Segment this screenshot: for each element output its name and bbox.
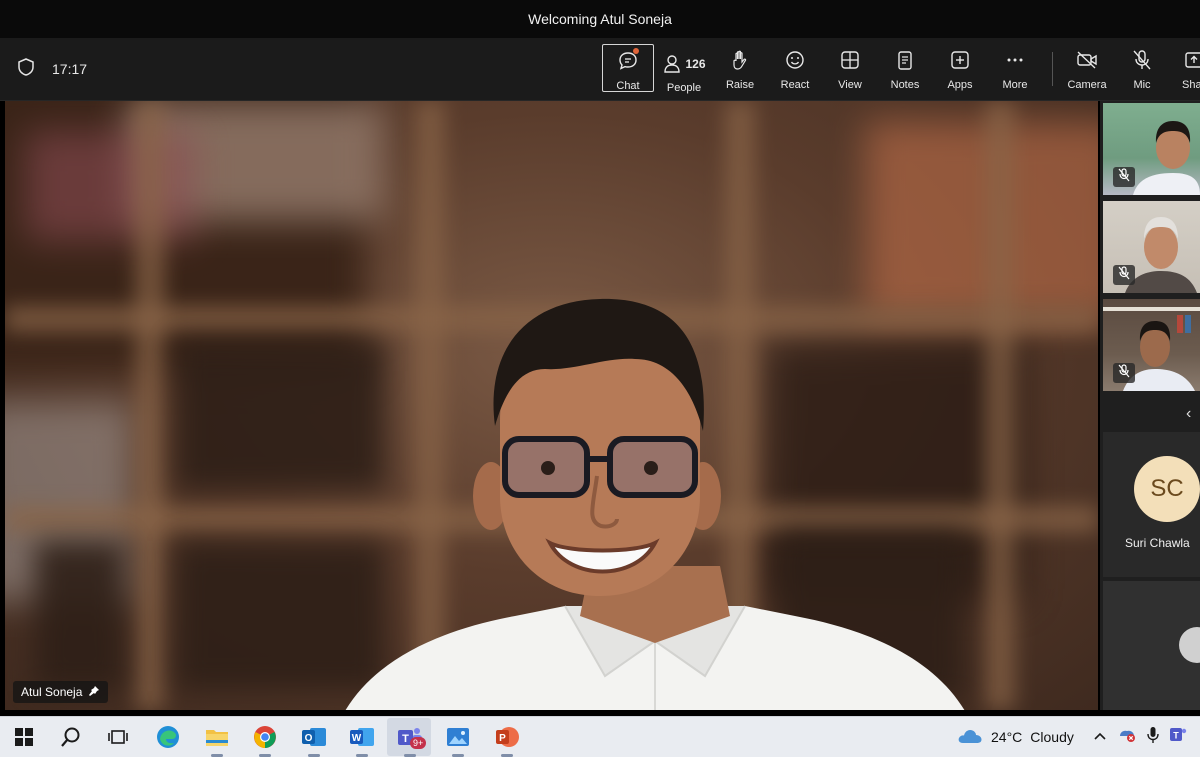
teams-tray-icon[interactable]: T [1169,726,1187,749]
apps-button[interactable]: Apps [934,44,986,92]
avatar: SC [1134,456,1200,522]
smiley-icon [784,44,806,76]
camera-label: Camera [1067,79,1107,91]
people-icon [662,49,682,79]
outlook-icon[interactable]: O [300,723,328,757]
mic-off-indicator [1113,167,1135,187]
windows-taskbar: O W T 9+ P 24°C Cloudy T [0,716,1200,757]
search-icon[interactable] [57,723,85,751]
svg-text:O: O [305,733,313,744]
more-label: More [1002,79,1028,91]
participant-thumbnail[interactable] [1103,103,1200,195]
teams-icon[interactable]: T 9+ [396,723,427,757]
shelf-cell-shadow [35,541,125,691]
meeting-timer: 17:17 [52,61,88,77]
people-button[interactable]: 126 People [658,44,710,94]
participant-thumbnail[interactable] [1103,201,1200,293]
raise-hand-button[interactable]: Raise [714,44,766,92]
participant-avatar-card[interactable]: SC Suri Chawla [1103,432,1200,577]
mic-off-icon [1118,363,1130,383]
camera-button[interactable]: Camera [1061,44,1113,92]
presenter-figure [345,298,965,710]
svg-text:T: T [1173,730,1179,740]
mic-off-indicator [1113,265,1135,285]
participant-thumbnail[interactable] [1103,299,1200,391]
chat-button[interactable]: Chat [602,44,654,92]
title-bar: Welcoming Atul Soneja [0,0,1200,38]
share-label: Sha [1182,79,1200,91]
mic-off-indicator [1113,363,1135,383]
pin-icon [88,685,100,700]
mic-off-icon [1118,167,1130,187]
background-book-red [25,131,195,241]
main-video-feed[interactable]: Atul Soneja [5,101,1098,710]
view-button[interactable]: View [824,44,876,92]
weather-desc: Cloudy [1030,729,1074,745]
chevron-up-icon[interactable] [1093,728,1107,746]
raise-label: Raise [725,79,755,91]
more-button[interactable]: More [989,44,1041,92]
file-explorer-icon[interactable] [203,723,231,757]
apps-label: Apps [947,79,973,91]
powerpoint-icon[interactable]: P [493,723,521,757]
meeting-title: Welcoming Atul Soneja [528,11,672,27]
chat-icon [617,45,639,77]
chevron-left-icon[interactable]: ‹ [1186,405,1191,423]
start-icon[interactable] [10,723,38,751]
shield-icon[interactable] [18,57,34,81]
meeting-toolbar: 17:17 Chat 126 People Raise React View N… [0,38,1200,101]
react-label: React [780,79,810,91]
svg-text:W: W [352,733,362,744]
camera-off-icon [1075,44,1099,76]
teams-badge: 9+ [410,737,427,749]
system-tray: T [1093,717,1187,757]
microphone-icon[interactable] [1147,726,1159,749]
notes-button[interactable]: Notes [879,44,931,92]
notes-label: Notes [890,79,920,91]
edge-browser-icon[interactable] [154,723,182,751]
people-label: People [666,82,702,94]
svg-text:T: T [402,733,409,745]
grid-view-icon [839,44,861,76]
cloud-icon [957,727,983,748]
share-button[interactable]: Sha [1171,44,1200,92]
participant-name: Suri Chawla [1125,536,1190,550]
chrome-icon[interactable] [251,723,279,757]
participant-card-partial[interactable] [1103,581,1200,710]
chat-label: Chat [616,80,640,92]
photos-icon[interactable] [444,723,472,757]
avatar [1179,627,1200,663]
add-app-icon [949,44,971,76]
mic-button[interactable]: Mic [1116,44,1168,92]
weather-widget[interactable]: 24°C Cloudy [957,717,1074,757]
svg-text:P: P [499,733,506,744]
share-tray-icon [1183,44,1200,76]
participant-name-tag: Atul Soneja [13,681,109,703]
mic-off-icon [1131,44,1153,76]
participant-name: Atul Soneja [21,685,83,699]
people-count: 126 [685,57,706,71]
weather-temp: 24°C [991,729,1023,745]
react-button[interactable]: React [769,44,821,92]
shelf-divider [135,101,165,710]
chat-notification-dot [633,48,639,54]
toolbar-divider [1052,52,1053,86]
view-label: View [838,79,862,91]
mic-label: Mic [1133,79,1151,91]
network-alert-icon[interactable] [1117,726,1137,749]
mic-off-icon [1118,265,1130,285]
word-icon[interactable]: W [348,723,376,757]
task-view-icon[interactable] [104,723,132,751]
ellipsis-icon [1004,44,1026,76]
notes-icon [894,44,916,76]
hand-icon [729,44,751,76]
